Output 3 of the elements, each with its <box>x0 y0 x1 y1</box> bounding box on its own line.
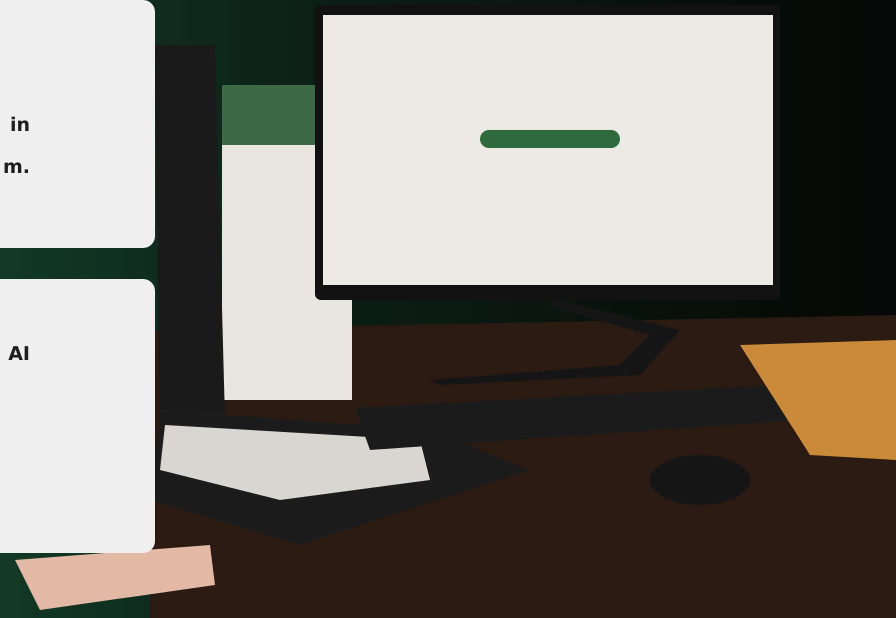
card-text: in <box>10 113 30 138</box>
card-text: AI <box>8 342 30 367</box>
card-text: m. <box>2 155 30 180</box>
